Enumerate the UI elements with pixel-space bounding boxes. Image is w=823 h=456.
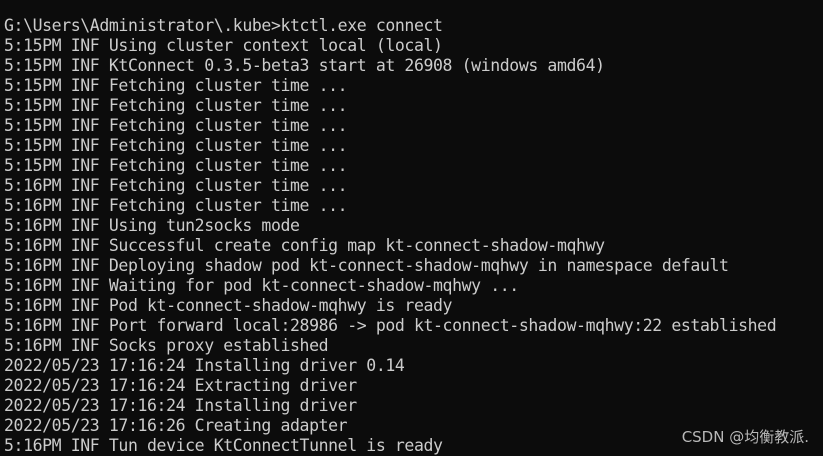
terminal-line: 5:16PM INF Port forward local:28986 -> p… [4, 316, 777, 335]
terminal-line: 5:15PM INF Using cluster context local (… [4, 36, 443, 55]
terminal-line: 5:15PM INF Fetching cluster time ... [4, 96, 348, 115]
csdn-watermark: CSDN @均衡教派. [681, 428, 809, 446]
terminal-line: 5:15PM INF Fetching cluster time ... [4, 116, 348, 135]
terminal-line: 5:16PM INF Socks proxy established [4, 336, 329, 355]
terminal-line: 5:16PM INF Deploying shadow pod kt-conne… [4, 256, 729, 275]
terminal-window[interactable]: G:\Users\Administrator\.kube>ktctl.exe c… [0, 0, 823, 456]
terminal-line: 5:16PM INF Pod kt-connect-shadow-mqhwy i… [4, 296, 453, 315]
terminal-line: 5:16PM INF Successful create config map … [4, 236, 605, 255]
terminal-line: 2022/05/23 17:16:26 Creating adapter [4, 416, 348, 435]
terminal-line: 5:16PM INF Fetching cluster time ... [4, 176, 348, 195]
terminal-line: 5:16PM INF Using tun2socks mode [4, 216, 300, 235]
terminal-line: 5:16PM INF Waiting for pod kt-connect-sh… [4, 276, 519, 295]
terminal-line: 5:15PM INF Fetching cluster time ... [4, 76, 348, 95]
terminal-output: G:\Users\Administrator\.kube>ktctl.exe c… [4, 16, 777, 456]
terminal-line-command: G:\Users\Administrator\.kube>ktctl.exe c… [4, 16, 443, 35]
terminal-line: 5:15PM INF Fetching cluster time ... [4, 156, 348, 175]
terminal-line: 2022/05/23 17:16:24 Installing driver [4, 396, 357, 415]
terminal-line: 2022/05/23 17:16:24 Installing driver 0.… [4, 356, 405, 375]
terminal-line: 2022/05/23 17:16:24 Extracting driver [4, 376, 357, 395]
terminal-line: 5:16PM INF Fetching cluster time ... [4, 196, 348, 215]
terminal-line: 5:15PM INF Fetching cluster time ... [4, 136, 348, 155]
terminal-line: 5:15PM INF KtConnect 0.3.5-beta3 start a… [4, 56, 605, 75]
terminal-line: 5:16PM INF Tun device KtConnectTunnel is… [4, 436, 443, 455]
